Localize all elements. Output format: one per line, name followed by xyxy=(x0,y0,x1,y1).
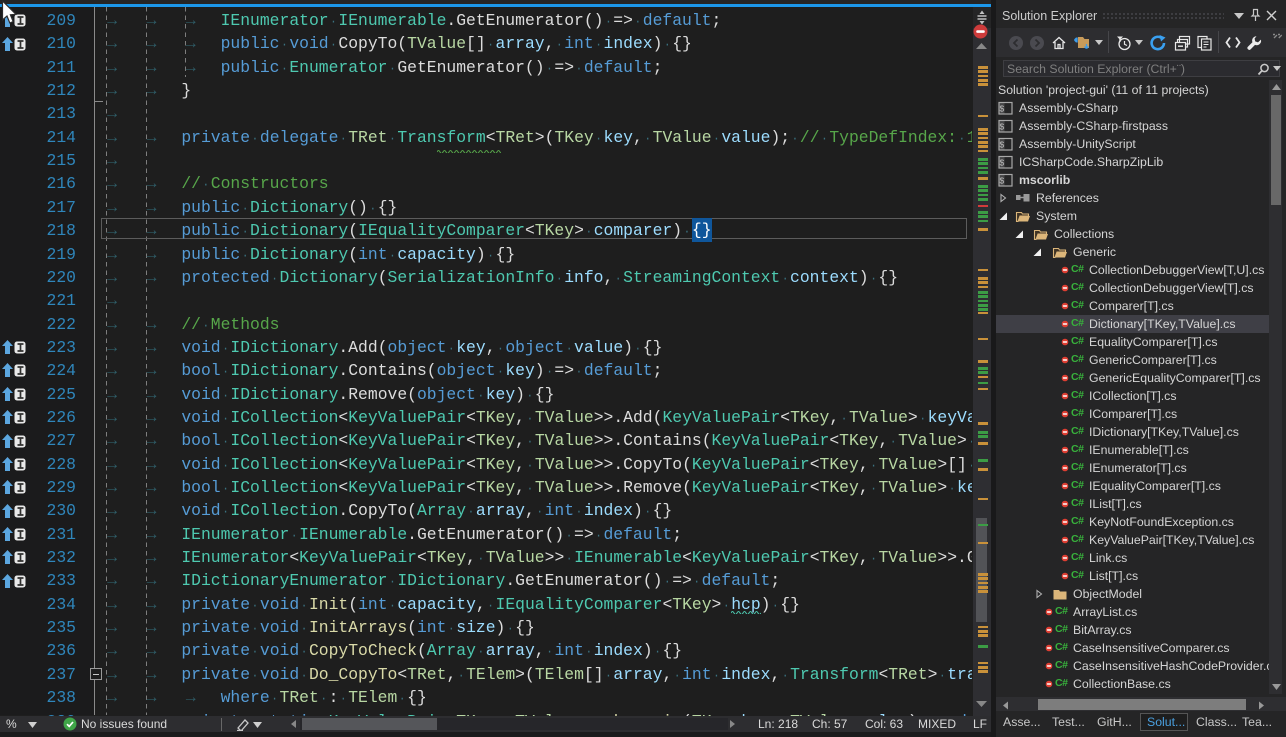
svg-text:$: $ xyxy=(1000,121,1005,131)
svg-text:$: $ xyxy=(1000,175,1005,185)
svg-text:$: $ xyxy=(1000,103,1005,113)
svg-text:$: $ xyxy=(1000,157,1005,167)
svg-text:$: $ xyxy=(1000,139,1005,149)
